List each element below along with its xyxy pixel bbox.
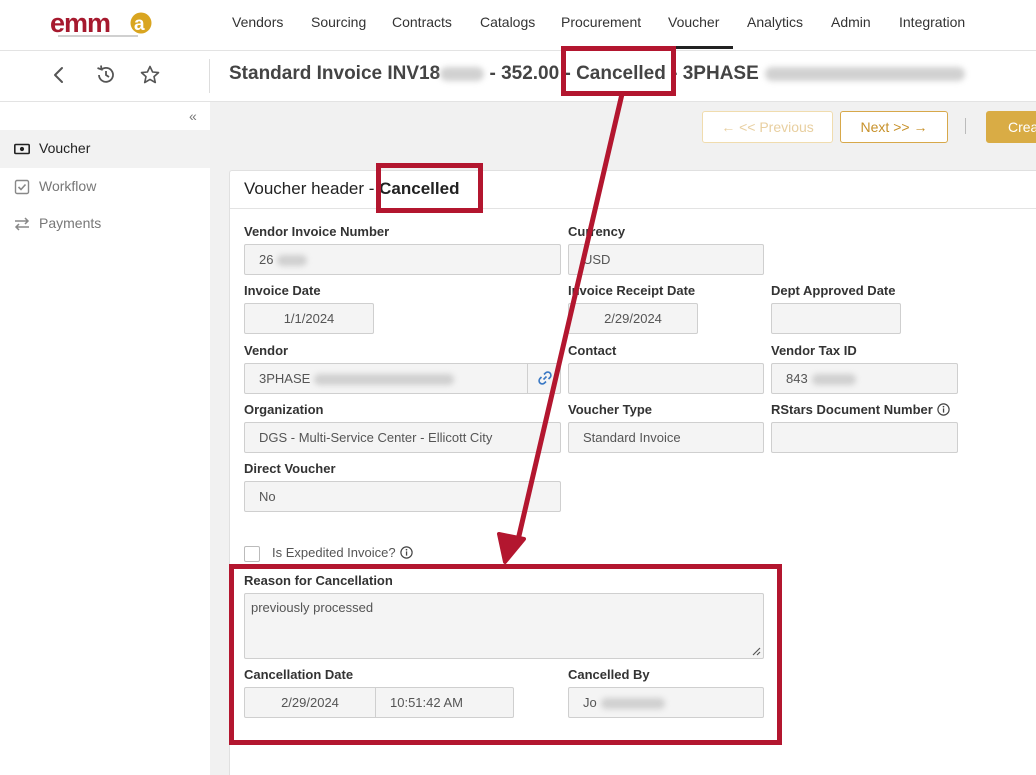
money-icon (14, 141, 30, 157)
vendor-field-divider (527, 364, 528, 393)
favorite-star-icon[interactable] (138, 63, 162, 87)
is-expedited-label-text: Is Expedited Invoice? (272, 545, 396, 560)
rstars-document-number-label-text: RStars Document Number (771, 402, 933, 417)
svg-text:a: a (134, 14, 145, 35)
is-expedited-label: Is Expedited Invoice? (272, 545, 413, 560)
redacted-text (440, 66, 485, 81)
vendor-value: 3PHASE (259, 371, 311, 386)
organization-field[interactable]: DGS - Multi-Service Center - Ellicott Ci… (244, 422, 561, 453)
checkbox-icon (14, 179, 30, 195)
header-divider (209, 59, 210, 93)
sidebar: « Voucher Workflow Payments (0, 102, 210, 775)
invoice-date-label: Invoice Date (244, 283, 321, 298)
nav-sourcing[interactable]: Sourcing (311, 14, 366, 30)
nav-analytics[interactable]: Analytics (747, 14, 803, 30)
sidebar-item-label: Workflow (39, 178, 97, 194)
voucher-type-field[interactable]: Standard Invoice (568, 422, 764, 453)
card-title-text: Voucher header - (244, 179, 380, 198)
top-nav: emm a Vendors Sourcing Contracts Catalog… (0, 0, 1036, 51)
nav-integration[interactable]: Integration (899, 14, 965, 30)
rstars-document-number-field[interactable] (771, 422, 958, 453)
vendor-tax-id-field[interactable]: 843 (771, 363, 958, 394)
card-header: Voucher header - Cancelled (230, 171, 1036, 209)
invoice-date-field[interactable]: 1/1/2024 (244, 303, 374, 334)
nav-vendors[interactable]: Vendors (232, 14, 283, 30)
sidebar-item-workflow[interactable]: Workflow (0, 168, 210, 206)
nav-catalogs[interactable]: Catalogs (480, 14, 535, 30)
invoice-receipt-date-field[interactable]: 2/29/2024 (568, 303, 698, 334)
svg-text:emm: emm (50, 10, 110, 38)
redacted-text (314, 374, 455, 386)
invoice-receipt-date-label: Invoice Receipt Date (568, 283, 696, 298)
info-icon[interactable] (937, 403, 950, 416)
title-vendor: 3PHASE (682, 63, 759, 84)
rstars-document-number-label: RStars Document Number (771, 402, 950, 417)
dept-approved-date-field[interactable] (771, 303, 901, 334)
is-expedited-checkbox[interactable] (244, 546, 260, 562)
previous-button[interactable]: ← << Previous (702, 111, 833, 143)
sidebar-item-payments[interactable]: Payments (0, 205, 210, 243)
info-icon[interactable] (399, 546, 413, 559)
create-button[interactable]: Crea (986, 111, 1036, 143)
organization-label: Organization (244, 402, 324, 417)
emma-logo[interactable]: emm a (50, 10, 158, 40)
sidebar-item-label: Voucher (39, 140, 91, 156)
vendor-tax-id-label: Vendor Tax ID (771, 343, 857, 358)
annotation-box-cancellation (229, 564, 782, 745)
direct-voucher-field[interactable]: No (244, 481, 561, 512)
nav-voucher[interactable]: Voucher (668, 14, 719, 30)
contact-label: Contact (568, 343, 617, 358)
vendor-invoice-number-field[interactable]: 26 (244, 244, 561, 275)
dept-approved-date-label: Dept Approved Date (771, 283, 896, 298)
title-invoice-number: Standard Invoice INV18 (229, 63, 441, 84)
vendor-invoice-number-value: 26 (259, 252, 274, 267)
voucher-type-label: Voucher Type (568, 402, 653, 417)
collapse-sidebar-button[interactable]: « (189, 108, 197, 124)
contact-field[interactable] (568, 363, 764, 394)
direct-voucher-label: Direct Voucher (244, 461, 336, 476)
redacted-text (277, 255, 308, 267)
sidebar-item-label: Payments (39, 215, 102, 231)
annotation-box-title-status (561, 46, 676, 96)
nav-procurement[interactable]: Procurement (561, 14, 641, 30)
toolbar-divider (965, 118, 966, 134)
redacted-text (811, 374, 856, 386)
transfer-icon (14, 216, 30, 232)
vendor-label: Vendor (244, 343, 289, 358)
history-icon[interactable] (94, 63, 118, 87)
vendor-tax-id-value: 843 (786, 371, 808, 386)
redacted-text (764, 66, 965, 81)
annotation-box-card-status (376, 163, 483, 213)
vendor-field[interactable]: 3PHASE (244, 363, 561, 394)
nav-contracts[interactable]: Contracts (392, 14, 452, 30)
page-header: Standard Invoice INV18 - 352.00 - Cancel… (0, 51, 1036, 102)
currency-label: Currency (568, 224, 626, 239)
nav-admin[interactable]: Admin (831, 14, 871, 30)
currency-field[interactable]: USD (568, 244, 764, 275)
back-icon[interactable] (47, 63, 71, 87)
sidebar-item-voucher[interactable]: Voucher (0, 130, 210, 168)
next-button[interactable]: Next >> → (840, 111, 948, 143)
link-icon[interactable] (537, 370, 553, 386)
vendor-invoice-number-label: Vendor Invoice Number (244, 224, 390, 239)
